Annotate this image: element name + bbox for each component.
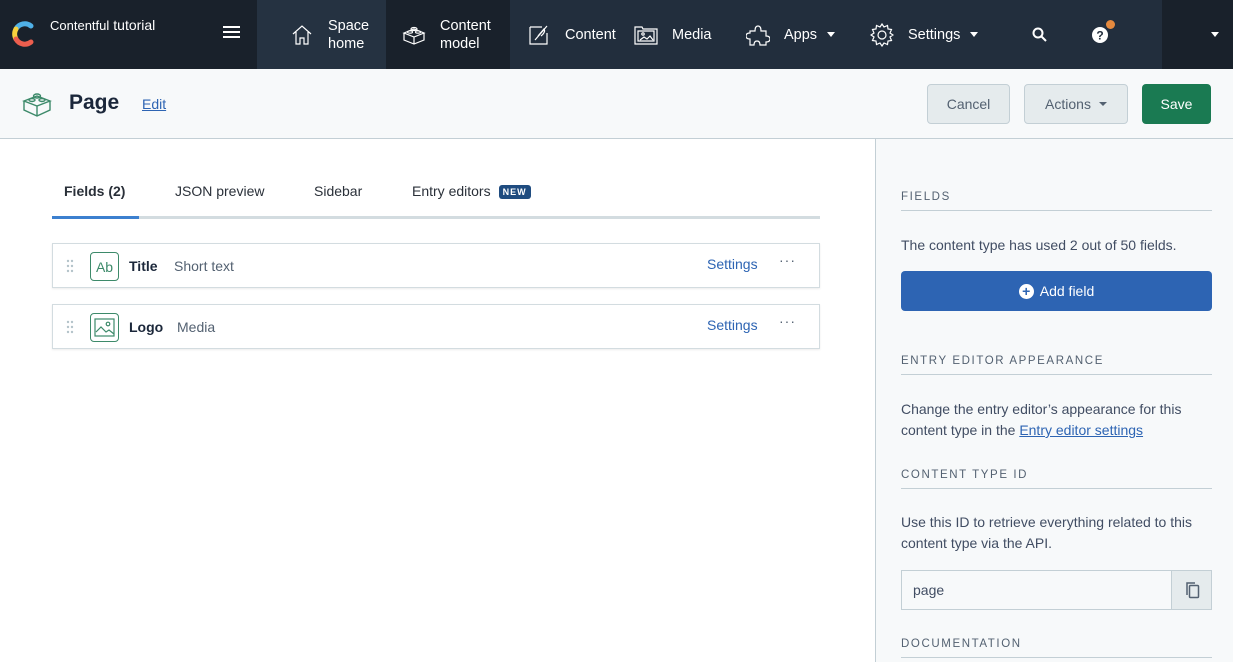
- hamburger-menu-icon[interactable]: [223, 26, 240, 40]
- field-name: Title: [129, 258, 158, 274]
- content-type-sidebar: FIELDS The content type has used 2 out o…: [875, 139, 1233, 662]
- account-menu[interactable]: [1162, 0, 1233, 69]
- appearance-text: Change the entry editor’s appearance for…: [901, 399, 1212, 441]
- drag-handle-icon[interactable]: [66, 259, 74, 273]
- content-type-id-text: Use this ID to retrieve everything relat…: [901, 514, 1193, 551]
- new-badge: NEW: [498, 185, 531, 199]
- help-icon: ?: [1092, 26, 1108, 43]
- field-type: Media: [177, 319, 216, 335]
- notification-dot: [1106, 20, 1115, 29]
- tab-json-preview[interactable]: JSON preview: [175, 183, 264, 199]
- nav-label: Media: [672, 26, 712, 43]
- space-name: tutorial: [113, 17, 156, 33]
- search-icon: [1032, 27, 1047, 42]
- fields-heading: FIELDS: [901, 191, 1212, 211]
- more-options-icon[interactable]: ···: [779, 313, 796, 329]
- short-text-icon: Ab: [90, 252, 119, 281]
- page-title: Page: [69, 91, 120, 114]
- org-space-name: Contentful tutorial: [50, 17, 155, 33]
- nav-label: Settings: [908, 26, 961, 43]
- field-row[interactable]: Ab Title Short text Settings ···: [52, 243, 820, 288]
- copy-button[interactable]: [1171, 571, 1211, 609]
- nav-apps[interactable]: Apps: [746, 0, 870, 69]
- tab-entry-editors[interactable]: Entry editors NEW: [412, 183, 531, 199]
- save-button[interactable]: Save: [1142, 84, 1211, 124]
- nav-label: Content: [440, 17, 491, 34]
- help-button[interactable]: ?: [1070, 0, 1130, 69]
- media-field-icon: [90, 313, 119, 342]
- top-navigation-bar: Contentful tutorial Space home Content mode…: [0, 0, 1233, 69]
- add-field-label: Add field: [1039, 283, 1095, 299]
- nav-label: Content: [565, 26, 616, 43]
- tab-fields[interactable]: Fields (2): [64, 183, 125, 199]
- content-type-id-field: [901, 570, 1212, 610]
- cancel-button[interactable]: Cancel: [927, 84, 1010, 124]
- entry-editor-settings-link[interactable]: Entry editor settings: [1019, 422, 1143, 438]
- svg-text:?: ?: [1096, 28, 1103, 42]
- field-type: Short text: [174, 258, 234, 274]
- nav-label: Space: [328, 17, 370, 34]
- caret-down-icon: [1211, 32, 1219, 37]
- nav-space-home[interactable]: Space home: [257, 0, 386, 69]
- nav-media[interactable]: Media: [634, 0, 746, 69]
- actions-label: Actions: [1045, 96, 1091, 112]
- active-tab-indicator: [52, 216, 139, 219]
- documentation-heading: DOCUMENTATION: [901, 638, 1212, 658]
- field-settings-link[interactable]: Settings: [707, 256, 758, 272]
- search-button[interactable]: [1010, 0, 1070, 69]
- drag-handle-icon[interactable]: [66, 320, 74, 334]
- content-type-header: Page Edit Cancel Actions Save: [0, 69, 1233, 139]
- actions-button[interactable]: Actions: [1024, 84, 1128, 124]
- media-icon: [634, 25, 658, 45]
- nav-content[interactable]: Content: [510, 0, 634, 69]
- home-icon: [292, 24, 312, 45]
- content-model-icon: [22, 93, 52, 117]
- content-icon: [529, 25, 548, 45]
- add-field-button[interactable]: + Add field: [901, 271, 1212, 311]
- plus-circle-icon: +: [1018, 283, 1034, 299]
- field-row[interactable]: Logo Media Settings ···: [52, 304, 820, 349]
- nav-settings[interactable]: Settings: [870, 0, 1010, 69]
- apps-icon: [746, 24, 770, 46]
- settings-icon: [870, 22, 894, 47]
- caret-down-icon: [1098, 102, 1107, 106]
- content-model-icon: [402, 26, 426, 45]
- tab-sidebar[interactable]: Sidebar: [314, 183, 362, 199]
- copy-icon: [1185, 582, 1199, 599]
- space-switcher[interactable]: Contentful tutorial: [0, 0, 257, 69]
- content-type-id-heading: CONTENT TYPE ID: [901, 469, 1212, 489]
- appearance-heading: ENTRY EDITOR APPEARANCE: [901, 355, 1212, 375]
- field-name: Logo: [129, 319, 164, 335]
- tab-list: Fields (2) JSON preview Sidebar Entry ed…: [52, 170, 820, 219]
- caret-down-icon: [970, 32, 979, 37]
- nav-label: Apps: [784, 26, 818, 43]
- nav-label: model: [440, 35, 480, 52]
- main-panel: Fields (2) JSON preview Sidebar Entry ed…: [0, 140, 875, 662]
- nav-label: home: [328, 35, 365, 52]
- edit-link[interactable]: Edit: [142, 96, 166, 112]
- field-settings-link[interactable]: Settings: [707, 317, 758, 333]
- caret-down-icon: [827, 32, 836, 37]
- fields-usage-text: The content type has used 2 out of 50 fi…: [901, 237, 1177, 253]
- tab-label: Entry editors: [412, 183, 491, 199]
- content-type-id-input[interactable]: [902, 571, 1171, 609]
- more-options-icon[interactable]: ···: [779, 252, 796, 268]
- org-name: Contentful: [50, 18, 110, 33]
- contentful-logo-icon: [12, 21, 34, 47]
- nav-content-model[interactable]: Content model: [386, 0, 510, 69]
